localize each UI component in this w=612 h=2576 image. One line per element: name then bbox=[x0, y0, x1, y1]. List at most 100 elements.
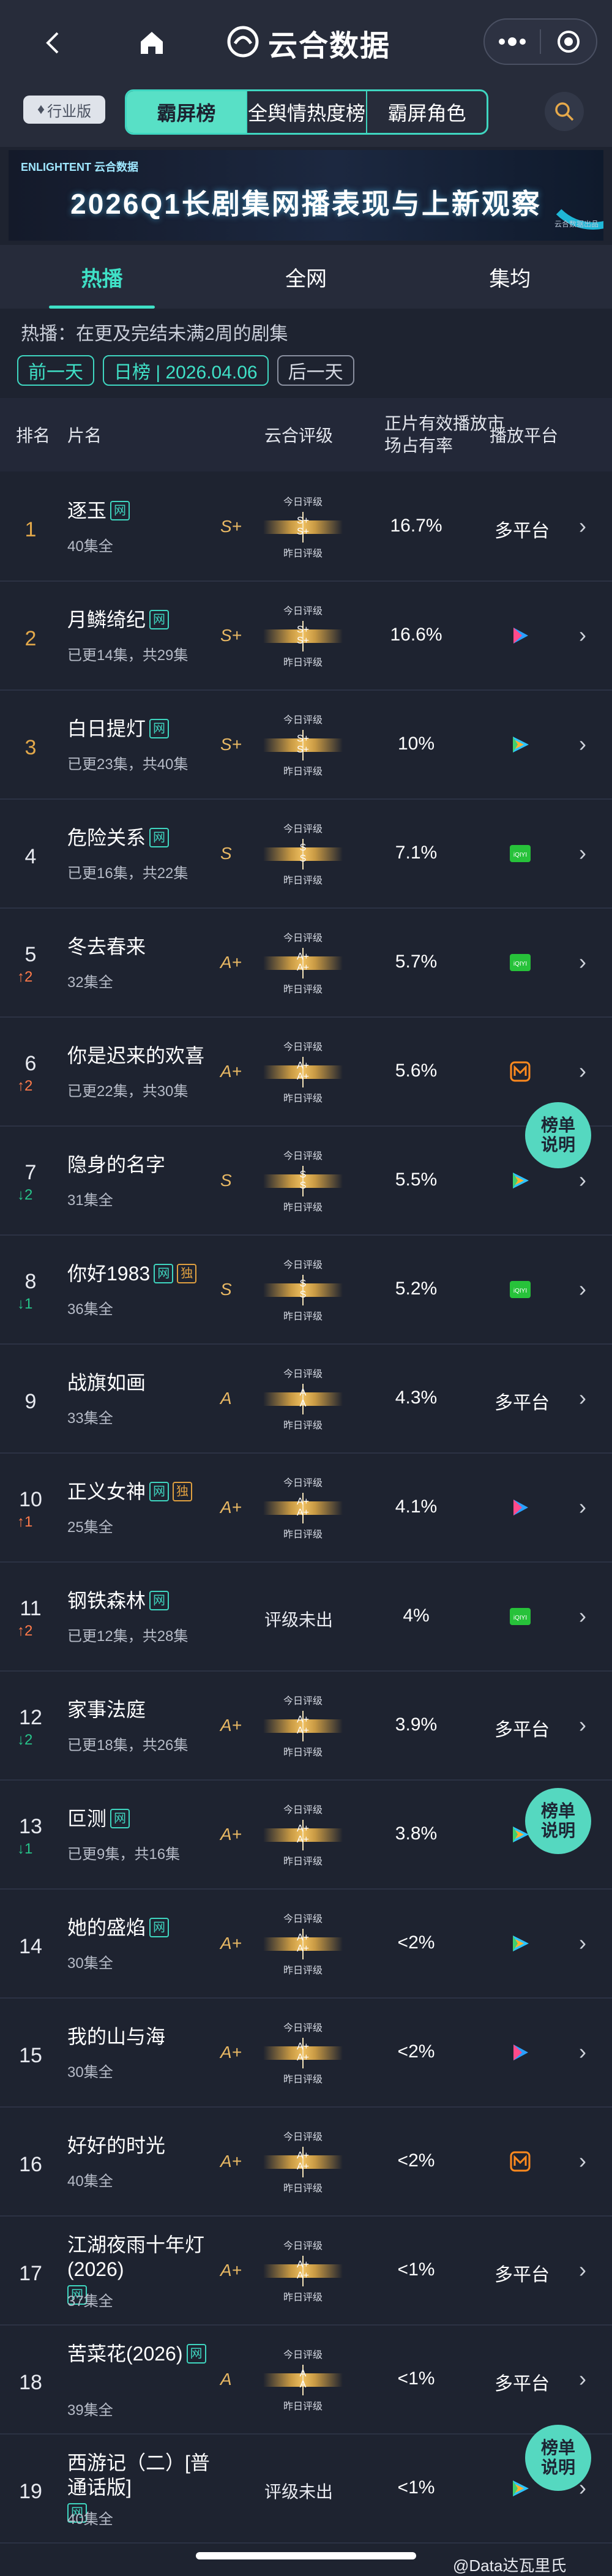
table-row[interactable]: 2 月鳞绮纪网已更14集，共29集 S+ 今日评级 S+ S+ 昨日评级 16.6% › bbox=[0, 582, 612, 691]
platform-multi: 多平台 bbox=[494, 1720, 550, 1740]
table-row[interactable]: 18 苦菜花(2026) 网 39集全 A 今日评级 A A 昨日评级 <1% 多平台 › bbox=[0, 2326, 612, 2435]
chevron-right-icon[interactable]: › bbox=[579, 1603, 586, 1629]
show-title-line: 苦菜花(2026) 网 bbox=[67, 2341, 206, 2366]
show-title[interactable]: 叵测 bbox=[67, 1806, 106, 1831]
show-title[interactable]: 隐身的名字 bbox=[67, 1152, 165, 1177]
chevron-right-icon[interactable]: › bbox=[579, 1712, 586, 1738]
list-explanation-button[interactable]: 榜单 说明 bbox=[525, 1788, 591, 1854]
more-menu-icon[interactable] bbox=[485, 37, 540, 46]
chevron-right-icon[interactable]: › bbox=[579, 513, 586, 539]
show-title[interactable]: 江湖夜雨十年灯(2026) bbox=[67, 2232, 226, 2281]
rank-number: 9 bbox=[24, 1390, 37, 1413]
table-row[interactable]: 9 战旗如画 33集全 A 今日评级 A A 昨日评级 4.3% 多平台 › bbox=[0, 1345, 612, 1454]
show-title[interactable]: 冬去春来 bbox=[67, 934, 146, 959]
mgtv-icon bbox=[508, 2149, 532, 2174]
chevron-right-icon[interactable]: › bbox=[579, 2148, 586, 2174]
yesterday-rating-value: A+ bbox=[296, 1072, 309, 1082]
chevron-right-icon[interactable]: › bbox=[579, 840, 586, 866]
chevron-right-icon[interactable]: › bbox=[579, 1385, 586, 1411]
table-row[interactable]: 19 西游记（二）[普通话版] 网 40集全 评级未出 <1% › bbox=[0, 2435, 612, 2544]
rating-grade: S+ bbox=[220, 735, 242, 754]
chevron-right-icon[interactable]: › bbox=[579, 731, 586, 757]
table-row[interactable]: 7 ↓2 隐身的名字 31集全 S 今日评级 S S 昨日评级 5.5% › bbox=[0, 1127, 612, 1236]
show-title[interactable]: 家事法庭 bbox=[67, 1697, 146, 1722]
tab-bapingbang[interactable]: 霸屏榜 bbox=[127, 91, 247, 133]
tab-sentiment-heat[interactable]: 全舆情热度榜 bbox=[247, 91, 368, 133]
next-day-button[interactable]: 后一天 bbox=[277, 355, 354, 386]
table-row[interactable]: 11 ↑2 钢铁森林网已更12集，共28集 评级未出 4% iQIYI › bbox=[0, 1563, 612, 1672]
yesterday-rating-value: S bbox=[299, 854, 307, 864]
back-arrow-icon[interactable] bbox=[35, 24, 72, 61]
table-row[interactable]: 4 危险关系网已更16集，共22集 S 今日评级 S S 昨日评级 7.1% iQIYI › bbox=[0, 800, 612, 909]
show-title-line: 你好1983 网独 bbox=[67, 1261, 197, 1286]
show-title[interactable]: 你是迟来的欢喜 bbox=[67, 1043, 204, 1068]
table-row[interactable]: 1 逐玉网 40集全 S+ 今日评级 S+ S+ 昨日评级 16.7% 多平台 › bbox=[0, 473, 612, 582]
prev-day-button[interactable]: 前一天 bbox=[17, 355, 94, 386]
chevron-right-icon[interactable]: › bbox=[579, 949, 586, 975]
show-title[interactable]: 战旗如画 bbox=[67, 1370, 146, 1395]
show-title[interactable]: 钢铁森林 bbox=[67, 1588, 146, 1613]
show-title[interactable]: 月鳞绮纪 bbox=[67, 607, 146, 632]
chevron-right-icon[interactable]: › bbox=[579, 622, 586, 648]
show-title[interactable]: 苦菜花(2026) bbox=[67, 2341, 183, 2366]
show-title[interactable]: 西游记（二）[普通话版] bbox=[67, 2450, 226, 2499]
table-row[interactable]: 13↓1叵测网已更9集，共16集A+今日评级A+A+昨日评级3.8%› bbox=[0, 1781, 612, 1890]
close-miniprogram-icon[interactable] bbox=[541, 29, 596, 54]
list-explanation-button[interactable]: 榜单 说明 bbox=[525, 1102, 591, 1168]
today-rating-value: A+ bbox=[296, 1823, 309, 1834]
table-row[interactable]: 3 白日提灯网已更23集，共40集 S+ 今日评级 S+ S+ 昨日评级 10% › bbox=[0, 691, 612, 800]
main-tabs: 霸屏榜 全舆情热度榜 霸屏角色 bbox=[125, 89, 488, 135]
show-title-line: 逐玉网 bbox=[67, 498, 130, 523]
chevron-right-icon[interactable]: › bbox=[579, 2257, 586, 2283]
show-title[interactable]: 正义女神 bbox=[67, 1479, 146, 1504]
chevron-right-icon[interactable]: › bbox=[579, 1930, 586, 1956]
online-drama-badge: 网 bbox=[186, 2344, 206, 2364]
table-row[interactable]: 16 好好的时光 40集全 A+ 今日评级 A+ A+ 昨日评级 <2% › bbox=[0, 2108, 612, 2217]
tab-hot[interactable]: 热播 bbox=[0, 245, 204, 309]
show-title[interactable]: 逐玉 bbox=[67, 498, 106, 523]
market-share-value: 5.6% bbox=[395, 1061, 438, 1081]
table-row[interactable]: 12 ↓2 家事法庭 已更18集，共26集 A+ 今日评级 A+ A+ 昨日评级 3.9% 多平台 › bbox=[0, 1672, 612, 1781]
chevron-right-icon[interactable]: › bbox=[579, 1058, 586, 1084]
episode-status: 39集全 bbox=[67, 2402, 113, 2419]
brand: 云合数据 bbox=[226, 23, 390, 62]
tab-all-network[interactable]: 全网 bbox=[204, 245, 408, 309]
table-row[interactable]: 14 她的盛焰网 30集全 A+ 今日评级 A+ A+ 昨日评级 <2% › bbox=[0, 1890, 612, 1999]
market-share-value: 10% bbox=[397, 734, 435, 754]
table-row[interactable]: 15 我的山与海 30集全 A+ 今日评级 A+ A+ 昨日评级 <2% › bbox=[0, 1999, 612, 2108]
chevron-right-icon[interactable]: › bbox=[579, 2039, 586, 2065]
show-title[interactable]: 你好1983 bbox=[67, 1261, 150, 1286]
chevron-right-icon[interactable]: › bbox=[579, 2366, 586, 2392]
table-row[interactable]: 6 ↑2 你是迟来的欢喜 已更22集，共30集 A+ 今日评级 A+ A+ 昨日评级 5.6% › bbox=[0, 1018, 612, 1127]
tab-per-episode[interactable]: 集均 bbox=[408, 245, 612, 309]
show-title[interactable]: 好好的时光 bbox=[67, 2133, 165, 2158]
rating-gauge: 今日评级 A+ A+ 昨日评级 bbox=[257, 929, 349, 997]
show-title[interactable]: 她的盛焰 bbox=[67, 1915, 146, 1940]
date-picker[interactable]: 日榜 | 2026.04.06 bbox=[103, 355, 269, 386]
rating-grade: A+ bbox=[220, 1062, 242, 1081]
show-title-line: 钢铁森林网 bbox=[67, 1588, 170, 1613]
banner-logo: ENLIGHTENT 云合数据 bbox=[21, 161, 138, 173]
home-icon[interactable] bbox=[133, 24, 170, 61]
chevron-right-icon[interactable]: › bbox=[579, 1276, 586, 1302]
show-title[interactable]: 我的山与海 bbox=[67, 2024, 165, 2049]
list-explanation-button[interactable]: 榜单 说明 bbox=[525, 2425, 591, 2491]
market-share-value: 4.1% bbox=[395, 1496, 438, 1517]
chevron-right-icon[interactable]: › bbox=[579, 1167, 586, 1193]
today-rating-value: S bbox=[299, 843, 307, 853]
promo-banner[interactable]: ENLIGHTENT 云合数据 2026Q1长剧集网播表现与上新观察 云合数据出… bbox=[9, 150, 603, 241]
show-title[interactable]: 危险关系 bbox=[67, 825, 146, 850]
table-row[interactable]: 5 ↑2 冬去春来 32集全 A+ 今日评级 A+ A+ 昨日评级 5.7% iQIYI › bbox=[0, 909, 612, 1018]
show-title[interactable]: 白日提灯 bbox=[67, 716, 146, 741]
industry-version-badge[interactable]: ♦ 行业版 bbox=[23, 96, 105, 124]
tab-top-roles[interactable]: 霸屏角色 bbox=[367, 91, 487, 133]
table-row[interactable]: 17 江湖夜雨十年灯(2026) 网 37集全 A+ 今日评级 A+ A+ 昨日评级 <1% 多平台… bbox=[0, 2217, 612, 2326]
table-row[interactable]: 8 ↓1 你好1983 网独 36集全 S 今日评级 S S 昨日评级 5.2% iQIYI › bbox=[0, 1236, 612, 1345]
search-button[interactable] bbox=[545, 92, 584, 131]
rank-number: 14 bbox=[19, 1935, 42, 1958]
table-row[interactable]: 10 ↑1 正义女神网独 25集全 A+ 今日评级 A+ A+ 昨日评级 4.1% › bbox=[0, 1454, 612, 1563]
yesterday-rating-label: 昨日评级 bbox=[283, 1530, 323, 1540]
rating-gauge: 今日评级 A+ A+ 昨日评级 bbox=[257, 1910, 349, 1978]
rating-gauge: 今日评级 S+ S+ 昨日评级 bbox=[257, 712, 349, 779]
chevron-right-icon[interactable]: › bbox=[579, 1494, 586, 1520]
